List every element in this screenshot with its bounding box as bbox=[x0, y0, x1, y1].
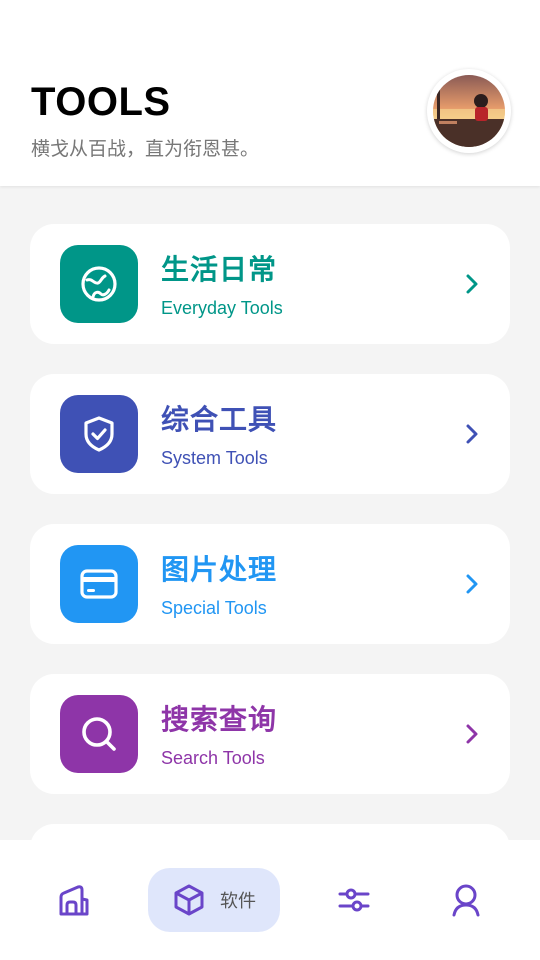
category-card-everyday[interactable]: 生活日常 Everyday Tools bbox=[30, 224, 510, 344]
card-title: 综合工具 bbox=[161, 403, 278, 436]
category-card-search[interactable]: 搜索查询 Search Tools bbox=[30, 674, 510, 794]
chevron-right-icon bbox=[466, 424, 478, 444]
card-subtitle: Special Tools bbox=[161, 598, 267, 618]
card-icon-bg bbox=[60, 395, 138, 473]
card-subtitle: Everyday Tools bbox=[161, 298, 283, 318]
cube-icon bbox=[174, 884, 204, 916]
card-subtitle: System Tools bbox=[161, 448, 268, 468]
avatar-image bbox=[433, 75, 505, 147]
page-title: TOOLS bbox=[31, 80, 171, 124]
card-subtitle: Search Tools bbox=[161, 748, 265, 768]
card-icon-bg bbox=[60, 695, 138, 773]
chevron-right-icon bbox=[466, 724, 478, 744]
chevron-right-icon bbox=[466, 574, 478, 594]
home-icon bbox=[59, 885, 89, 916]
chevron-right-icon bbox=[466, 274, 478, 294]
search-icon bbox=[82, 717, 116, 751]
nav-software-label: 软件 bbox=[220, 891, 256, 912]
category-card-system[interactable]: 综合工具 System Tools bbox=[30, 374, 510, 494]
header: TOOLS 横戈从百战，直为衔恩甚。 bbox=[0, 0, 540, 186]
sliders-icon bbox=[338, 888, 370, 912]
card-icon bbox=[80, 569, 118, 599]
nav-settings[interactable] bbox=[324, 868, 384, 932]
card-title: 生活日常 bbox=[161, 253, 278, 286]
user-icon bbox=[452, 884, 480, 917]
nav-software[interactable]: 软件 bbox=[148, 868, 280, 932]
globe-icon bbox=[81, 266, 117, 302]
nav-profile[interactable] bbox=[436, 868, 496, 932]
card-title: 搜索查询 bbox=[161, 703, 278, 736]
nav-home[interactable] bbox=[44, 868, 104, 932]
shield-check-icon bbox=[84, 416, 114, 452]
card-title: 图片处理 bbox=[161, 553, 278, 586]
category-card-image[interactable]: 图片处理 Special Tools bbox=[30, 524, 510, 644]
card-icon-bg bbox=[60, 545, 138, 623]
card-icon-bg bbox=[60, 245, 138, 323]
page-subtitle: 横戈从百战，直为衔恩甚。 bbox=[31, 138, 260, 160]
bottom-nav: 软件 bbox=[0, 840, 540, 960]
avatar[interactable] bbox=[427, 69, 511, 153]
